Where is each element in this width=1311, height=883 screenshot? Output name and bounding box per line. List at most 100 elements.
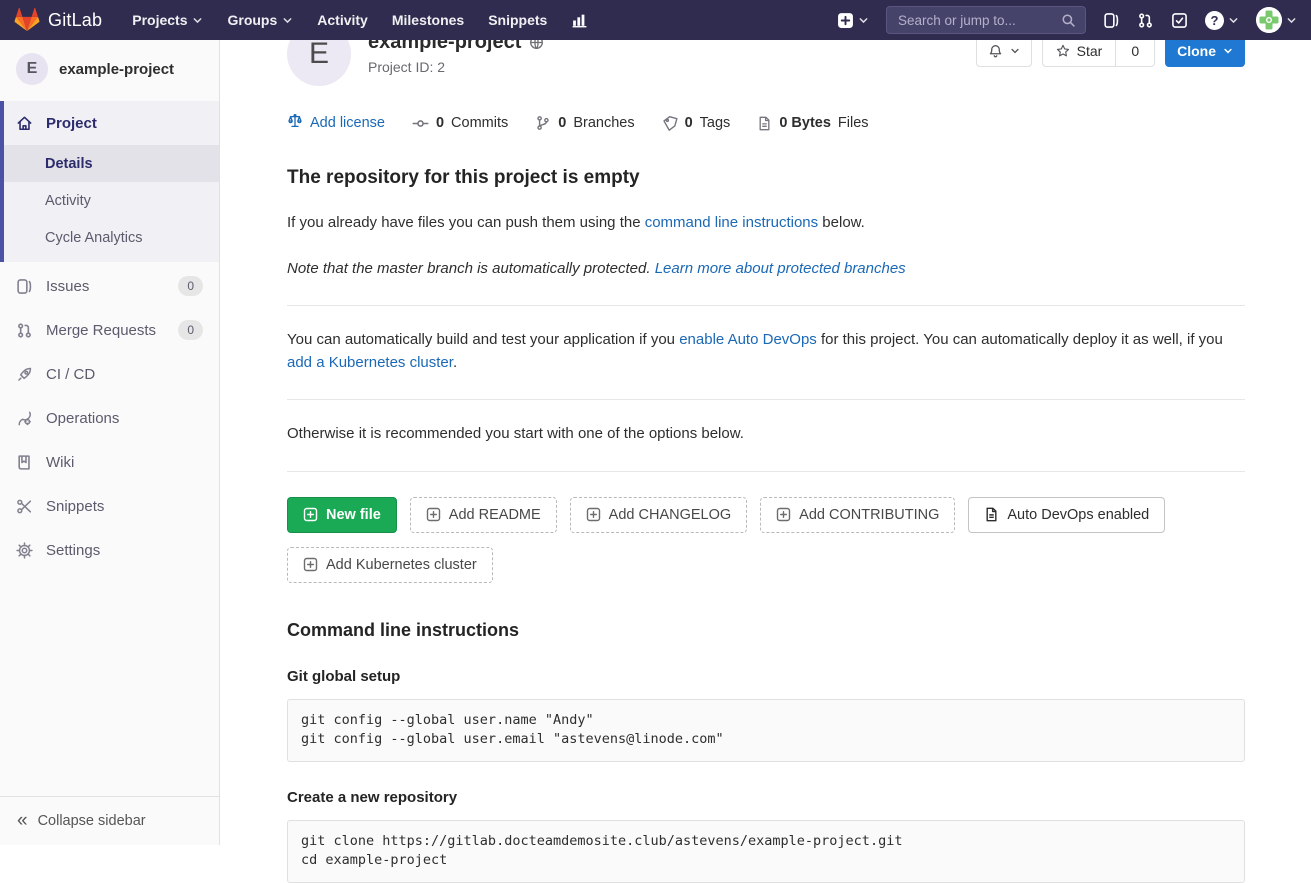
sidebar-project-name: example-project [59, 61, 174, 78]
bar-chart-icon [571, 12, 588, 29]
new-file-button[interactable]: New file [287, 497, 397, 533]
add-kubernetes-cluster-button[interactable]: Add Kubernetes cluster [287, 547, 493, 583]
sidebar-item-project[interactable]: Project [4, 101, 219, 145]
tanuki-icon [14, 8, 40, 33]
project-avatar: E [16, 53, 48, 85]
add-contributing-button[interactable]: Add CONTRIBUTING [760, 497, 955, 533]
chevron-down-icon [1010, 46, 1020, 56]
new-dropdown[interactable] [837, 12, 869, 29]
protected-branch-note: Note that the master branch is automatic… [287, 258, 1245, 281]
global-search[interactable] [886, 6, 1086, 34]
tags-stat[interactable]: 0 Tags [662, 115, 731, 131]
branches-stat[interactable]: 0 Branches [535, 115, 634, 131]
quick-actions-row-1: New file Add README Add CHANGELOG Add CO… [287, 497, 1245, 533]
sidebar-item-operations[interactable]: Operations [0, 396, 219, 440]
plus-square-icon [586, 507, 601, 522]
create-repo-code-block[interactable]: git clone https://gitlab.docteamdemosite… [287, 820, 1245, 883]
chevron-down-icon [1286, 15, 1297, 26]
nav-activity[interactable]: Activity [305, 0, 380, 40]
main-nav: Projects Groups Activity Milestones Snip… [120, 0, 600, 40]
logo-text: GitLab [48, 10, 102, 31]
issues-count-badge: 0 [178, 276, 203, 296]
chevron-down-icon [1228, 15, 1239, 26]
gear-icon [16, 542, 33, 559]
cli-heading: Command line instructions [287, 620, 1245, 641]
search-input[interactable] [896, 12, 1061, 29]
sidebar-item-merge-requests[interactable]: Merge Requests 0 [0, 308, 219, 352]
issues-icon[interactable] [1103, 12, 1120, 29]
mr-count-badge: 0 [178, 320, 203, 340]
merge-request-icon [16, 322, 33, 339]
help-icon: ? [1205, 11, 1224, 30]
enable-auto-devops-link[interactable]: enable Auto DevOps [679, 331, 817, 348]
file-icon [984, 507, 999, 522]
double-chevron-left-icon: « [17, 811, 28, 830]
plus-square-icon [303, 557, 318, 572]
add-readme-button[interactable]: Add README [410, 497, 557, 533]
merge-request-icon[interactable] [1137, 12, 1154, 29]
add-kubernetes-cluster-link[interactable]: add a Kubernetes cluster [287, 354, 453, 371]
sidebar-item-cycle-analytics[interactable]: Cycle Analytics [4, 219, 219, 256]
rocket-icon [16, 366, 33, 383]
project-submenu: Details Activity Cycle Analytics [4, 145, 219, 262]
nav-groups[interactable]: Groups [215, 0, 305, 40]
sidebar-item-issues[interactable]: Issues 0 [0, 264, 219, 308]
plus-square-icon [303, 507, 318, 522]
chevron-down-icon [192, 15, 203, 26]
nav-charts[interactable] [559, 0, 600, 40]
otherwise-text: Otherwise it is recommended you start wi… [287, 423, 1245, 446]
navbar-right: ? [837, 6, 1297, 34]
code-line: git config --global user.name "Andy" [301, 711, 1231, 731]
project-stats: Add license 0 Commits 0 Branches 0 Tags [287, 113, 1245, 133]
sidebar-item-ci-cd[interactable]: CI / CD [0, 352, 219, 396]
todos-icon[interactable] [1171, 12, 1188, 29]
scissors-icon [16, 498, 33, 515]
tag-icon [662, 115, 678, 131]
commits-stat[interactable]: 0 Commits [412, 115, 508, 132]
sidebar-section-project: Project Details Activity Cycle Analytics [0, 101, 219, 262]
push-instructions-text: If you already have files you can push t… [287, 212, 1245, 235]
autodevops-text: You can automatically build and test you… [287, 329, 1245, 374]
sidebar-item-snippets[interactable]: Snippets [0, 484, 219, 528]
balance-scale-icon [287, 113, 303, 133]
branch-icon [535, 115, 551, 131]
nav-milestones[interactable]: Milestones [380, 0, 476, 40]
nav-snippets[interactable]: Snippets [476, 0, 559, 40]
gitlab-logo[interactable]: GitLab [14, 8, 102, 33]
chevron-down-icon [858, 15, 869, 26]
files-stat[interactable]: 0 Bytes Files [757, 115, 868, 131]
plus-square-icon [837, 12, 854, 29]
plus-square-icon [426, 507, 441, 522]
issues-icon [16, 278, 33, 295]
user-menu[interactable] [1256, 7, 1297, 33]
sidebar-item-details[interactable]: Details [4, 145, 219, 182]
project-id-label: Project ID: 2 [368, 59, 544, 75]
add-license-link[interactable]: Add license [287, 113, 385, 133]
nav-projects[interactable]: Projects [120, 0, 215, 40]
sidebar-item-activity[interactable]: Activity [4, 182, 219, 219]
quick-actions-row-2: Add Kubernetes cluster [287, 547, 1245, 583]
code-line: git config --global user.email "astevens… [301, 730, 1231, 750]
plus-square-icon [776, 507, 791, 522]
sidebar-menu: Project Details Activity Cycle Analytics… [0, 97, 219, 796]
empty-repo-heading: The repository for this project is empty [287, 167, 1245, 189]
sidebar-item-settings[interactable]: Settings [0, 528, 219, 572]
search-icon [1061, 13, 1076, 28]
auto-devops-enabled-button[interactable]: Auto DevOps enabled [968, 497, 1165, 533]
file-icon [757, 116, 772, 131]
bell-icon [988, 44, 1003, 59]
commit-icon [412, 115, 429, 132]
protected-branches-link[interactable]: Learn more about protected branches [655, 260, 906, 277]
git-setup-code-block[interactable]: git config --global user.name "Andy"git … [287, 699, 1245, 762]
help-dropdown[interactable]: ? [1205, 11, 1239, 30]
create-repo-heading: Create a new repository [287, 789, 1245, 806]
star-icon [1056, 44, 1070, 58]
add-changelog-button[interactable]: Add CHANGELOG [570, 497, 748, 533]
code-line: git clone https://gitlab.docteamdemosite… [301, 832, 1231, 852]
collapse-sidebar-button[interactable]: « Collapse sidebar [0, 796, 219, 845]
command-line-instructions-link[interactable]: command line instructions [645, 214, 818, 231]
project-page: E example-project Project ID: 2 [220, 0, 1311, 883]
sidebar-item-wiki[interactable]: Wiki [0, 440, 219, 484]
code-line: cd example-project [301, 851, 1231, 871]
sidebar-project-header[interactable]: E example-project [0, 40, 219, 97]
